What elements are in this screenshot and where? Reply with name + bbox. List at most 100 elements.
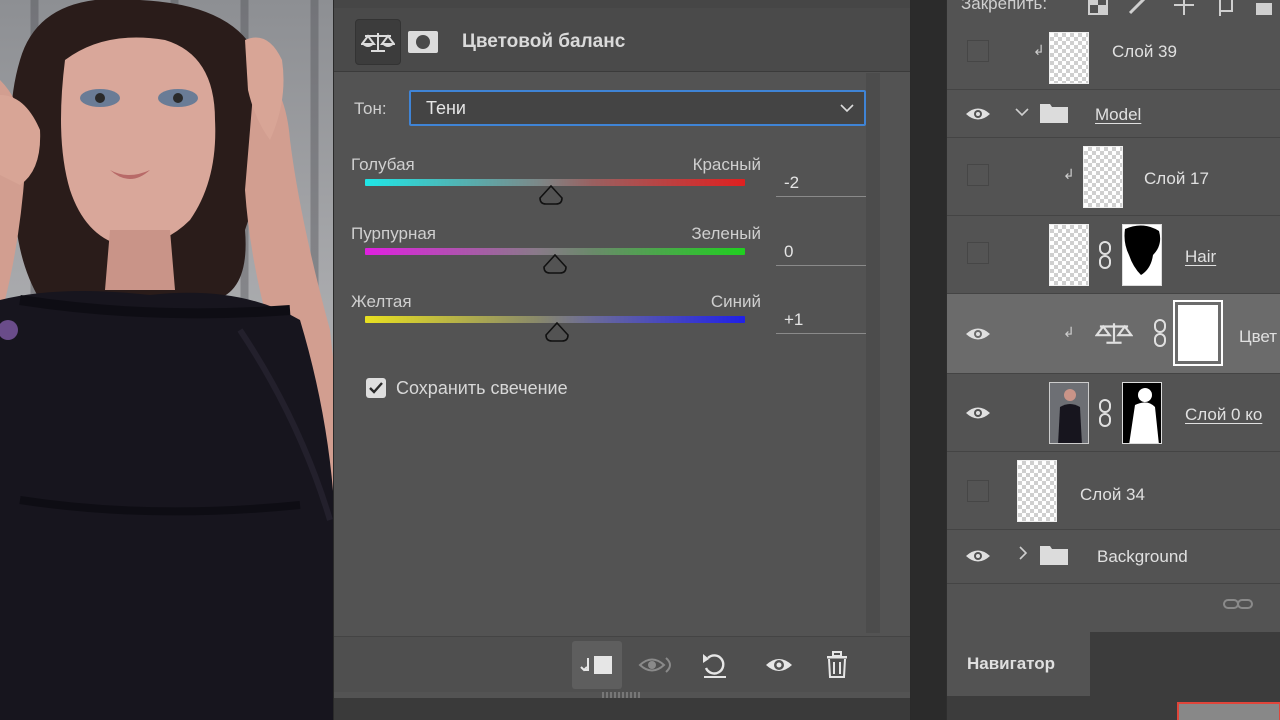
visibility-toggle[interactable] [965,321,991,347]
magenta-green-thumb[interactable] [542,254,568,274]
properties-header: Цветовой баланс [334,8,910,72]
visibility-empty-box [967,40,989,62]
visibility-toggle[interactable] [965,400,991,426]
layer-name: Слой 34 [1080,485,1145,504]
layer-mask-thumbnail[interactable] [1122,224,1162,286]
eye-icon [966,108,990,120]
model-thumbnail-figure [1058,389,1082,443]
lock-image-pixels-icon[interactable] [1127,0,1149,16]
eye-icon [966,407,990,419]
lock-transparent-pixels-icon[interactable] [1087,0,1109,16]
tone-row: Тон: Тени [354,90,866,128]
layer-name: Цвет [1239,327,1278,346]
layer-row[interactable]: ↲ Слой 39 [947,20,1280,90]
visibility-toggle[interactable] [965,240,991,266]
link-icon[interactable] [1152,318,1168,348]
visibility-empty-box [967,242,989,264]
layer-thumbnail [1083,146,1123,208]
lock-all-icon[interactable] [1253,0,1275,16]
cyan-red-value-field[interactable]: -2 [776,169,866,197]
tone-dropdown[interactable]: Тени [409,90,866,126]
visibility-toggle[interactable] [965,38,991,64]
preserve-luminosity-label: Сохранить свечение [396,377,568,398]
view-previous-state-icon [638,657,671,673]
layer-mask-button[interactable] [403,19,443,65]
clip-to-layer-icon [580,656,612,674]
reset-button[interactable] [690,641,740,689]
figure-mask-shape [1129,388,1159,443]
lock-row: Закрепить: [947,0,1280,20]
link-icon[interactable] [1097,240,1113,270]
reset-icon [703,654,726,678]
layer-row[interactable]: Слой 34 [947,452,1280,530]
visibility-empty-box [967,164,989,186]
cyan-red-thumb[interactable] [538,185,564,205]
link-icon[interactable] [1097,398,1113,428]
layer-mask-thumbnail[interactable] [1122,382,1162,444]
layer-row[interactable]: ↲ Слой 17 [947,138,1280,216]
visibility-toggle[interactable] [965,101,991,127]
visibility-toggle[interactable] [965,543,991,569]
properties-footer [334,636,910,692]
layer-group-row[interactable]: Background [947,530,1280,584]
layer-name: Background [1097,547,1188,566]
properties-scrollbar[interactable] [866,73,880,633]
properties-panel: Цветовой баланс Тон: Тени Голубая Красны… [333,0,911,720]
panel-title: Цветовой баланс [462,31,626,52]
yellow-blue-value-field[interactable]: +1 [776,306,866,334]
layer-name: Hair [1185,247,1217,266]
yellow-label: Желтая [351,292,412,311]
tab-navigator[interactable]: Навигатор [947,632,1090,696]
yellow-blue-slider: Желтая Синий +1 [351,292,871,358]
mask-icon [408,31,438,53]
tone-label: Тон: [354,99,387,118]
cyan-red-slider: Голубая Красный -2 [351,155,871,221]
adjustment-layer-row[interactable]: ↲ Цвет [947,294,1280,374]
white-mask-fill [1178,305,1218,361]
layer-thumbnail [1049,32,1089,84]
visibility-toggle[interactable] [965,478,991,504]
layer-thumbnail [1017,460,1057,522]
layer-row[interactable]: Hair [947,216,1280,294]
eye-icon [966,550,990,562]
balance-scale-icon [1095,323,1133,344]
preserve-luminosity-checkbox[interactable] [366,378,386,398]
chevron-right-icon[interactable] [1017,546,1029,560]
document-canvas[interactable] [0,0,345,720]
layer-row[interactable]: Слой 0 ко [947,374,1280,452]
red-label: Красный [692,155,761,174]
lock-artboard-icon[interactable] [1215,0,1237,16]
layer-name: Слой 0 ко [1185,405,1263,424]
clip-to-layer-button[interactable] [572,641,622,689]
panel-bottom-strip [334,698,910,720]
lock-label: Закрепить: [961,0,1048,13]
layer-mask-thumbnail[interactable] [1173,300,1223,366]
folder-icon [1040,546,1068,565]
magenta-label: Пурпурная [351,224,436,243]
view-previous-state-button[interactable] [632,641,682,689]
clipping-arrow-icon: ↲ [1063,324,1075,340]
layer-name: Слой 39 [1112,42,1177,61]
green-label: Зеленый [691,224,761,243]
visibility-toggle[interactable] [965,162,991,188]
navigator-preview[interactable] [1177,702,1280,720]
magenta-green-slider: Пурпурная Зеленый 0 [351,224,871,290]
eye-icon [966,328,990,340]
folder-icon [1040,104,1068,123]
link-layers-icon[interactable] [1223,596,1253,612]
visibility-empty-box [967,480,989,502]
lock-position-icon[interactable] [1172,0,1196,16]
layers-panel: Закрепить: ↲ Слой 39 Model ↲ Слой 17 Hai… [946,0,1280,720]
chevron-down-icon[interactable] [1015,106,1029,118]
clipping-arrow-icon: ↲ [1063,166,1075,182]
layer-thumbnail [1049,382,1089,444]
chevron-down-icon [840,104,854,113]
magenta-green-value-field[interactable]: 0 [776,238,866,266]
adjustment-settings-button[interactable] [355,19,401,65]
layer-group-row[interactable]: Model [947,90,1280,138]
panel-top-strip [334,0,910,8]
yellow-blue-thumb[interactable] [544,322,570,342]
toggle-visibility-button[interactable] [754,641,804,689]
layer-name: Model [1095,105,1142,124]
delete-adjustment-button[interactable] [812,641,862,689]
